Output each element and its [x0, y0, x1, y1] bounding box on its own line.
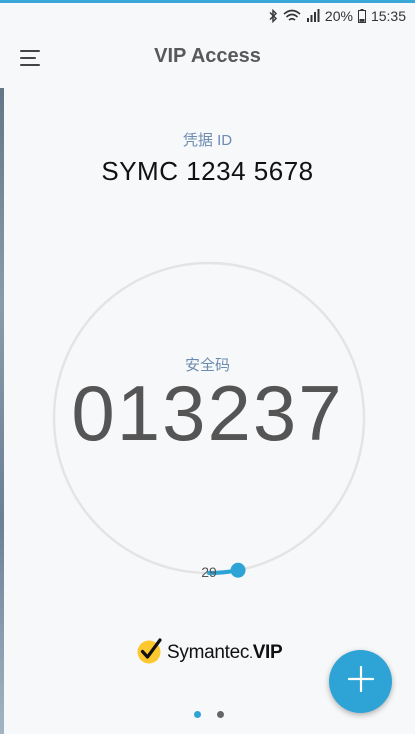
page-dot-2[interactable]: [217, 711, 224, 718]
brand-logo: Symantec.VIP: [136, 637, 283, 670]
brand-product: VIP: [252, 642, 283, 663]
plus-icon: [347, 665, 375, 698]
seconds-remaining: 29: [201, 564, 217, 580]
page-indicator: [194, 711, 224, 718]
security-code[interactable]: 013237: [0, 374, 415, 452]
add-credential-button[interactable]: [329, 650, 392, 713]
countdown-progress-knob: [230, 562, 246, 578]
brand-name: Symantec: [167, 642, 250, 663]
page-dot-1[interactable]: [194, 711, 201, 718]
symantec-checkmark-logo-icon: [136, 637, 164, 670]
